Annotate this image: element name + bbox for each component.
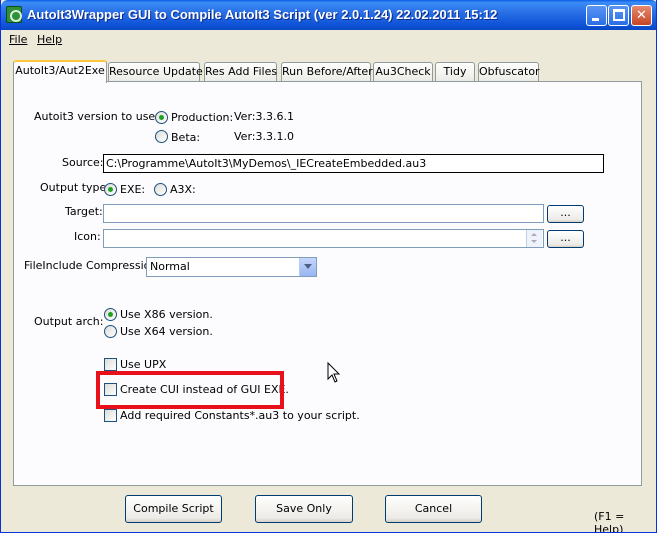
compression-select[interactable]: Normal xyxy=(146,257,317,277)
beta-version: Ver:3.3.1.0 xyxy=(234,130,294,143)
mouse-cursor-icon xyxy=(327,362,341,383)
use-upx-checkbox[interactable] xyxy=(104,358,117,371)
a3x-label: A3X: xyxy=(170,183,196,196)
tab-autoit-aut2exe[interactable]: AutoIt3/Aut2Exe xyxy=(13,60,107,83)
exe-label: EXE: xyxy=(120,183,146,196)
add-constants-checkbox[interactable] xyxy=(104,409,117,422)
use-upx-label: Use UPX xyxy=(120,358,167,371)
autoit-version-label: Autoit3 version to use: xyxy=(34,110,159,123)
close-button[interactable]: ✕ xyxy=(631,5,652,26)
a3x-radio[interactable] xyxy=(154,183,167,196)
source-label: Source: xyxy=(62,156,104,169)
production-version: Ver:3.3.6.1 xyxy=(234,110,294,123)
minimize-icon xyxy=(592,18,599,21)
target-label: Target: xyxy=(65,205,103,218)
x64-radio[interactable] xyxy=(104,325,117,338)
beta-radio[interactable] xyxy=(155,130,168,143)
source-field[interactable]: C:\Programme\AutoIt3\MyDemos\_IECreateEm… xyxy=(103,154,604,173)
maximize-button[interactable] xyxy=(608,5,629,26)
tab-run-before-after[interactable]: Run Before/After xyxy=(281,62,373,81)
cancel-button[interactable]: Cancel xyxy=(385,495,482,523)
tab-panel: Autoit3 version to use: Production: Ver:… xyxy=(13,81,642,486)
compiler-window: AutoIt3Wrapper GUI to Compile AutoIt3 Sc… xyxy=(0,0,657,533)
beta-label: Beta: xyxy=(171,131,201,144)
title-bar[interactable]: AutoIt3Wrapper GUI to Compile AutoIt3 Sc… xyxy=(1,0,656,30)
exe-radio[interactable] xyxy=(104,183,117,196)
menu-bar: File Help xyxy=(3,30,655,48)
highlight-annotation xyxy=(96,371,284,409)
target-browse-button[interactable]: ... xyxy=(547,205,584,223)
tab-obfuscator[interactable]: Obfuscator xyxy=(478,62,540,81)
icon-label: Icon: xyxy=(74,230,101,243)
icon-field[interactable] xyxy=(103,229,544,248)
menu-file[interactable]: File xyxy=(9,33,27,46)
compression-label: FileInclude Compression: xyxy=(24,259,162,272)
add-constants-label: Add required Constants*.au3 to your scri… xyxy=(120,409,360,422)
icon-browse-button[interactable]: ... xyxy=(547,230,584,248)
tab-tidy[interactable]: Tidy xyxy=(435,62,475,81)
tab-resource-update[interactable]: Resource Update xyxy=(108,62,203,81)
window-title: AutoIt3Wrapper GUI to Compile AutoIt3 Sc… xyxy=(27,7,498,22)
app-icon xyxy=(6,6,22,23)
tab-au3check[interactable]: Au3Check xyxy=(373,62,433,81)
save-only-button[interactable]: Save Only xyxy=(255,495,353,523)
maximize-icon xyxy=(613,9,625,21)
x64-label: Use X64 version. xyxy=(120,325,213,338)
output-arch-label: Output arch: xyxy=(34,315,104,328)
production-radio[interactable] xyxy=(155,111,168,124)
icon-spinner[interactable] xyxy=(526,230,542,247)
production-label: Production: xyxy=(171,111,234,124)
compile-script-button[interactable]: Compile Script xyxy=(125,495,222,523)
menu-help[interactable]: Help xyxy=(37,33,62,46)
output-type-label: Output type: xyxy=(40,181,110,194)
tab-res-add-files[interactable]: Res Add Files xyxy=(204,62,277,81)
minimize-button[interactable] xyxy=(586,5,607,26)
target-field[interactable] xyxy=(103,204,544,223)
x86-label: Use X86 version. xyxy=(120,308,213,321)
close-icon: ✕ xyxy=(636,8,647,23)
help-hint: (F1 = Help) xyxy=(594,510,625,533)
chevron-down-icon[interactable] xyxy=(299,258,316,276)
x86-radio[interactable] xyxy=(104,308,117,321)
